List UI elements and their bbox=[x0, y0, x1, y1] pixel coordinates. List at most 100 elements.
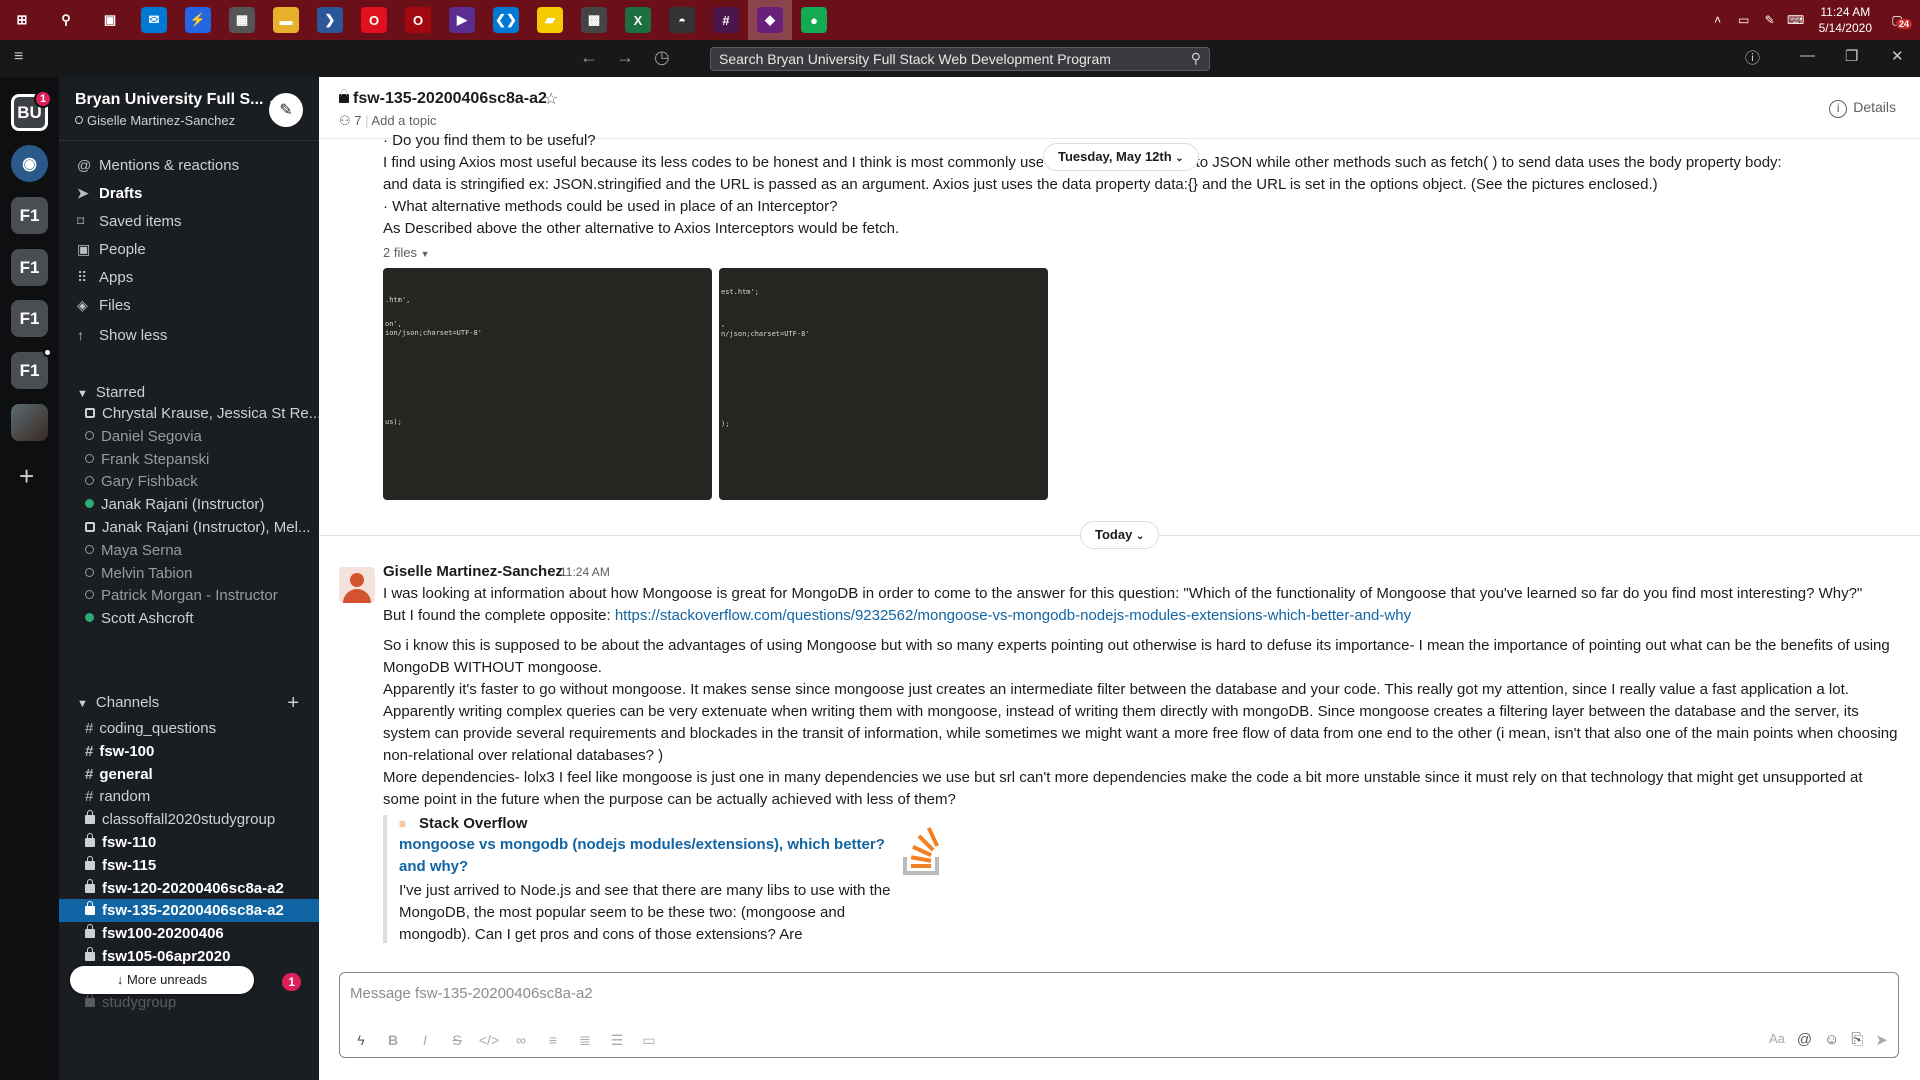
member-count[interactable]: 7 bbox=[354, 113, 361, 128]
sidebar-item-show-less[interactable]: ↑ Show less bbox=[59, 321, 319, 349]
slack-icon[interactable]: # bbox=[704, 0, 748, 40]
ordered-list-icon[interactable]: ≡ bbox=[542, 1032, 564, 1049]
photos-icon[interactable]: ◓ bbox=[660, 0, 704, 40]
hamburger-menu-icon[interactable]: ≡ bbox=[14, 48, 23, 66]
mail-icon[interactable]: ✉ bbox=[132, 0, 176, 40]
channel-item[interactable]: # coding_questions bbox=[59, 717, 319, 740]
add-channel-icon[interactable]: + bbox=[287, 689, 299, 717]
stackoverflow-link[interactable]: https://stackoverflow.com/questions/9232… bbox=[615, 607, 1411, 624]
channels-section-header[interactable]: ▼ Channels + bbox=[59, 689, 319, 717]
today-pill[interactable]: Today ⌄ bbox=[1080, 521, 1160, 549]
file-thumbnail[interactable]: .htm', on', ion/json;charset=UTF-8' us); bbox=[383, 268, 712, 500]
link-icon[interactable]: ∞ bbox=[510, 1032, 532, 1049]
store-icon[interactable]: ▦ bbox=[220, 0, 264, 40]
restore-icon[interactable]: ❐ bbox=[1845, 47, 1858, 65]
starred-item[interactable]: Melvin Tabion bbox=[59, 562, 319, 585]
channel-item[interactable]: fsw-120-20200406sc8a-a2 bbox=[59, 877, 319, 900]
sidebar-item-people[interactable]: ▣ People bbox=[59, 235, 319, 263]
sidebar-item-drafts[interactable]: ➤ Drafts bbox=[59, 179, 319, 207]
more-unreads-button[interactable]: ↓ More unreads bbox=[70, 966, 254, 994]
unfurl-title[interactable]: mongoose vs mongodb (nodejs modules/exte… bbox=[399, 834, 899, 878]
minimize-icon[interactable]: — bbox=[1800, 47, 1815, 64]
powershell-icon[interactable]: ❯ bbox=[308, 0, 352, 40]
sidebar-item-apps[interactable]: ⠿ Apps bbox=[59, 263, 319, 291]
starred-item[interactable]: Chrystal Krause, Jessica St Re... bbox=[59, 402, 319, 425]
sidebar-item-mentions[interactable]: @ Mentions & reactions bbox=[59, 151, 319, 179]
code-icon[interactable]: </> bbox=[478, 1032, 500, 1049]
visual-studio-icon[interactable]: ▶ bbox=[440, 0, 484, 40]
workspace-header[interactable]: Bryan University Full S... ⌄ Giselle Mar… bbox=[59, 77, 319, 141]
blockquote-icon[interactable]: ☰ bbox=[606, 1032, 628, 1049]
mongodb-compass-icon[interactable]: ● bbox=[792, 0, 836, 40]
channel-item[interactable]: fsw-135-20200406sc8a-a2 bbox=[59, 899, 319, 923]
channel-item[interactable]: fsw-115 bbox=[59, 854, 319, 877]
qr-app-icon[interactable]: ▩ bbox=[572, 0, 616, 40]
starred-item[interactable]: Gary Fishback bbox=[59, 470, 319, 493]
date-divider-pill[interactable]: Tuesday, May 12th ⌄ bbox=[1043, 143, 1199, 171]
files-toggle[interactable]: 2 files ▼ bbox=[383, 245, 430, 260]
opera-icon[interactable]: O bbox=[352, 0, 396, 40]
file-thumbnail[interactable]: est.htm'; , n/json;charset=UTF-8' ); bbox=[719, 268, 1048, 500]
workspace-f1[interactable]: F1 bbox=[11, 348, 52, 389]
sidebar-item-files[interactable]: ◈ Files bbox=[59, 291, 319, 319]
sidebar-item-saved[interactable]: ⌑ Saved items bbox=[59, 207, 319, 235]
sticky-notes-icon[interactable]: ▰ bbox=[528, 0, 572, 40]
pen-icon[interactable]: ✎ bbox=[1757, 13, 1783, 27]
task-view-icon[interactable]: ▣ bbox=[88, 0, 132, 40]
italic-icon[interactable]: I bbox=[414, 1032, 436, 1049]
formatting-toggle[interactable]: Aa bbox=[1769, 1031, 1785, 1049]
message-composer[interactable]: Message fsw-135-20200406sc8a-a2 ϟ B I S … bbox=[339, 972, 1899, 1058]
workspace-bu[interactable]: BU 1 bbox=[11, 90, 52, 131]
emoji-icon[interactable]: ☺ bbox=[1824, 1031, 1839, 1049]
channel-item[interactable]: # fsw-100 bbox=[59, 740, 319, 763]
member-icon[interactable]: ⚇ bbox=[339, 113, 354, 128]
message-input[interactable]: Message fsw-135-20200406sc8a-a2 bbox=[350, 985, 593, 1002]
channel-name[interactable]: fsw-135-20200406sc8a-a2 bbox=[339, 89, 547, 108]
search-icon[interactable]: ⚲ bbox=[44, 0, 88, 40]
channel-item[interactable]: studygroup bbox=[59, 991, 319, 1014]
bulleted-list-icon[interactable]: ≣ bbox=[574, 1032, 596, 1049]
avatar[interactable] bbox=[339, 567, 375, 603]
message-timestamp[interactable]: 11:24 AM bbox=[560, 565, 610, 579]
add-topic-link[interactable]: Add a topic bbox=[371, 113, 436, 128]
starred-item[interactable]: Janak Rajani (Instructor) bbox=[59, 493, 319, 516]
channel-item[interactable]: # random bbox=[59, 785, 319, 808]
channel-item[interactable]: fsw100-20200406 bbox=[59, 922, 319, 945]
keyboard-icon[interactable]: ⌨ bbox=[1783, 13, 1809, 27]
forward-arrow-icon[interactable]: → bbox=[616, 47, 634, 68]
send-icon[interactable]: ➤ bbox=[1875, 1031, 1888, 1049]
back-arrow-icon[interactable]: ← bbox=[580, 47, 598, 68]
photo-workspace-icon[interactable] bbox=[11, 404, 48, 441]
excel-icon[interactable]: X bbox=[616, 0, 660, 40]
clock[interactable]: 11:24 AM 5/14/2020 bbox=[1819, 4, 1872, 36]
code-block-icon[interactable]: ▭ bbox=[638, 1032, 660, 1049]
details-button[interactable]: i Details bbox=[1829, 99, 1896, 118]
file-explorer-icon[interactable]: ▬ bbox=[264, 0, 308, 40]
mention-icon[interactable]: @ bbox=[1797, 1031, 1812, 1049]
close-icon[interactable]: ✕ bbox=[1891, 47, 1904, 65]
star-icon[interactable]: ☆ bbox=[544, 89, 558, 109]
compose-icon[interactable]: ✎ bbox=[269, 93, 303, 127]
action-center-icon[interactable]: ▢24 bbox=[1882, 13, 1912, 29]
windows-start-icon[interactable]: ⊞ bbox=[0, 0, 44, 40]
attach-icon[interactable]: ⎘ bbox=[1851, 1031, 1863, 1049]
shortcuts-icon[interactable]: ϟ bbox=[350, 1032, 372, 1049]
starred-item[interactable]: Janak Rajani (Instructor), Mel... bbox=[59, 516, 319, 539]
starred-item[interactable]: Patrick Morgan - Instructor bbox=[59, 584, 319, 607]
visual-studio-purple-icon[interactable]: ◆ bbox=[748, 0, 792, 40]
power-automate-icon[interactable]: ⚡ bbox=[176, 0, 220, 40]
help-icon[interactable]: ⓘ bbox=[1745, 47, 1760, 68]
vscode-icon[interactable]: ❮❯ bbox=[484, 0, 528, 40]
channel-item[interactable]: # general bbox=[59, 763, 319, 786]
add-workspace-icon[interactable]: + bbox=[19, 461, 34, 492]
starred-item[interactable]: Frank Stepanski bbox=[59, 448, 319, 471]
search-bar[interactable]: Search Bryan University Full Stack Web D… bbox=[710, 47, 1210, 71]
chevron-up-icon[interactable]: ˄ bbox=[1705, 13, 1731, 27]
channel-item[interactable]: fsw-110 bbox=[59, 831, 319, 854]
university-seal-icon[interactable]: ◉ bbox=[11, 145, 48, 182]
workspace-f1[interactable]: F1 bbox=[11, 300, 48, 337]
workspace-f1[interactable]: F1 bbox=[11, 249, 48, 286]
channel-item[interactable]: classoffall2020studygroup bbox=[59, 808, 319, 831]
strikethrough-icon[interactable]: S bbox=[446, 1032, 468, 1049]
starred-item[interactable]: Maya Serna bbox=[59, 539, 319, 562]
